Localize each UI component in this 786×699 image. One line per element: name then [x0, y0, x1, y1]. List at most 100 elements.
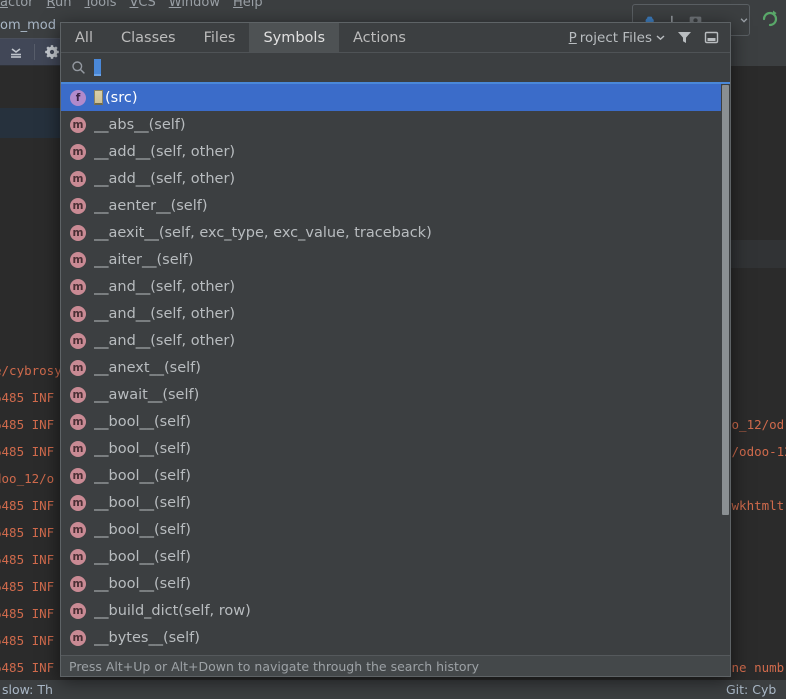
menu-item-actor[interactable]: actor	[0, 0, 34, 9]
chevron-down-icon[interactable]	[739, 14, 749, 26]
list-item-label: __aenter__(self)	[94, 197, 208, 214]
list-item[interactable]: m __bool__(self)	[61, 489, 730, 516]
list-item-label: __bool__(self)	[94, 575, 191, 592]
results-scrollbar[interactable]	[721, 84, 730, 655]
method-badge-icon: m	[70, 170, 86, 187]
list-item[interactable]: f (src)	[61, 84, 730, 111]
method-badge-icon: m	[70, 197, 86, 214]
function-badge-icon: f	[70, 89, 86, 106]
menu-item-window[interactable]: Window	[169, 0, 220, 9]
list-item-label: __build_dict(self, row)	[94, 602, 251, 619]
list-item[interactable]: m __anext__(self)	[61, 354, 730, 381]
tab-actions[interactable]: Actions	[339, 23, 420, 52]
tab-files[interactable]: Files	[190, 23, 250, 52]
list-item-label: __add__(self, other)	[94, 170, 236, 187]
status-git-branch[interactable]: Git: Cyb	[726, 680, 776, 699]
method-badge-icon: m	[70, 575, 86, 592]
list-item[interactable]: m __aexit__(self, exc_type, exc_value, tr…	[61, 219, 730, 246]
tab-symbols[interactable]: Symbols	[249, 23, 340, 52]
menu-item-vcs[interactable]: VCS	[129, 0, 155, 9]
list-item-label: __bool__(self)	[94, 521, 191, 538]
list-item[interactable]: m __bool__(self)	[61, 570, 730, 597]
method-badge-icon: m	[70, 440, 86, 457]
list-item-label: __abs__(self)	[94, 116, 186, 133]
method-badge-icon: m	[70, 548, 86, 565]
scope-accelerator: P	[568, 29, 577, 46]
list-item[interactable]: m __bytes__(self)	[61, 624, 730, 651]
search-icon	[72, 61, 85, 74]
open-in-panel-icon[interactable]	[703, 29, 720, 46]
list-item-label: __and__(self, other)	[94, 278, 236, 295]
method-badge-icon: m	[70, 143, 86, 160]
list-item-label: (src)	[105, 89, 138, 106]
list-item-label: __and__(self, other)	[94, 305, 236, 322]
list-item[interactable]: m __aiter__(self)	[61, 246, 730, 273]
list-item[interactable]: m __add__(self, other)	[61, 165, 730, 192]
method-badge-icon: m	[70, 359, 86, 376]
list-item-label: __bool__(self)	[94, 440, 191, 457]
menu-item-help[interactable]: Help	[233, 0, 263, 9]
toolbar-divider	[33, 44, 35, 60]
hint-bar: Press Alt+Up or Alt+Down to navigate thr…	[61, 655, 730, 676]
list-item-label: __aiter__(self)	[94, 251, 194, 268]
list-item[interactable]: m __bool__(self)	[61, 462, 730, 489]
list-item-label: __bytes__(self)	[94, 629, 200, 646]
console-log-left: e/cybrosy 6485 INF 6485 INF 6485 INF doo…	[0, 363, 62, 675]
method-badge-icon: m	[70, 278, 86, 295]
method-badge-icon: m	[70, 494, 86, 511]
editor-right-strip	[730, 240, 786, 268]
list-item[interactable]: m __add__(self, other)	[61, 138, 730, 165]
list-item-label: __aexit__(self, exc_type, exc_value, tra…	[94, 224, 432, 241]
search-everywhere-popup: All Classes Files Symbols Actions Project Fi…	[60, 22, 731, 677]
method-badge-icon: m	[70, 386, 86, 403]
chevron-down-icon	[656, 35, 665, 41]
list-item[interactable]: m __bool__(self)	[61, 543, 730, 570]
list-item-label: __bool__(self)	[94, 467, 191, 484]
scrollbar-thumb[interactable]	[722, 85, 729, 515]
list-item[interactable]: m __abs__(self)	[61, 111, 730, 138]
search-input[interactable]	[109, 59, 730, 76]
collapse-all-icon[interactable]	[6, 41, 26, 63]
list-item[interactable]: m__call__(self, fn)	[61, 651, 730, 655]
list-item[interactable]: m __and__(self, other)	[61, 327, 730, 354]
text-caret	[94, 59, 101, 76]
method-badge-icon: m	[70, 629, 86, 646]
method-badge-icon: m	[70, 467, 86, 484]
status-bar: slow: Th Git: Cyb	[0, 680, 786, 699]
list-item[interactable]: m __and__(self, other)	[61, 300, 730, 327]
filter-icon[interactable]	[676, 29, 693, 46]
method-badge-icon: m	[70, 305, 86, 322]
editor-selected-line	[0, 108, 62, 138]
method-badge-icon: m	[70, 602, 86, 619]
scope-selector[interactable]: Project Files	[569, 30, 666, 46]
menu-item-run[interactable]: Run	[47, 0, 72, 9]
file-glyph-icon	[94, 90, 103, 105]
list-item[interactable]: m __and__(self, other)	[61, 273, 730, 300]
method-badge-icon: m	[70, 521, 86, 538]
list-item[interactable]: m __bool__(self)	[61, 435, 730, 462]
tab-bar-actions: Project Files	[569, 23, 730, 52]
method-badge-icon: m	[70, 413, 86, 430]
list-item[interactable]: m __bool__(self)	[61, 516, 730, 543]
list-item-label: __bool__(self)	[94, 413, 191, 430]
results-list[interactable]: f (src) m __abs__(self) m __add__(self, other…	[61, 84, 730, 655]
list-item[interactable]: m __aenter__(self)	[61, 192, 730, 219]
status-left-text: slow: Th	[2, 682, 53, 697]
method-badge-icon: m	[70, 332, 86, 349]
list-item-label: __add__(self, other)	[94, 143, 236, 160]
console-log-right: oo_12/od 2/odoo-12 /wkhtmlt one numb	[724, 417, 786, 675]
list-item-label: __and__(self, other)	[94, 332, 236, 349]
search-field-row[interactable]	[61, 53, 730, 84]
list-item[interactable]: m __build_dict(self, row)	[61, 597, 730, 624]
list-item[interactable]: m __await__(self)	[61, 381, 730, 408]
list-item-label: __bool__(self)	[94, 494, 191, 511]
tab-classes[interactable]: Classes	[107, 23, 190, 52]
scope-label: roject Files	[579, 29, 652, 46]
tab-all[interactable]: All	[61, 23, 107, 52]
rerun-icon[interactable]	[760, 8, 780, 28]
list-item[interactable]: m __bool__(self)	[61, 408, 730, 435]
list-item-label: __bool__(self)	[94, 548, 191, 565]
method-badge-icon: m	[70, 116, 86, 133]
menu-item-tools[interactable]: Tools	[84, 0, 116, 9]
list-item-label: __anext__(self)	[94, 359, 201, 376]
